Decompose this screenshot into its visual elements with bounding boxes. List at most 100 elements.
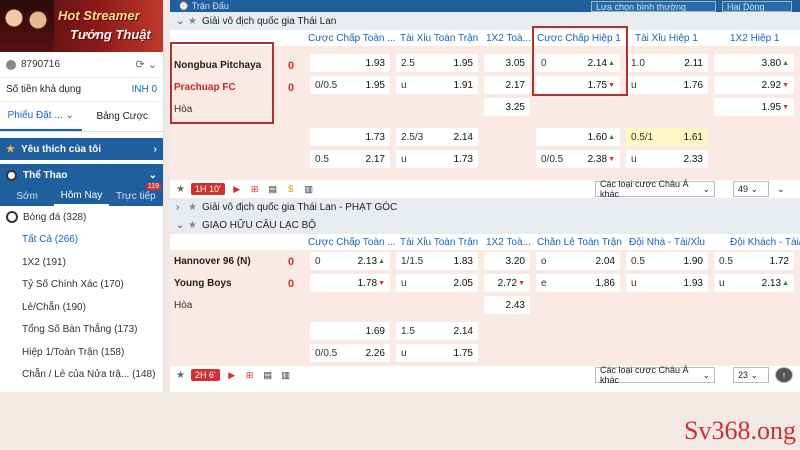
odds-cell[interactable]: 1.73 (310, 128, 390, 146)
sidebar-item-half-full[interactable]: Hiệp 1/Toàn Trận (158) (0, 341, 163, 364)
league-header[interactable]: › ★ Giải vô địch quốc gia Thái Lan - PHẠ… (170, 198, 800, 216)
league-header[interactable]: ⌄ ★ GIAO HỮU CÂU LẠC BỘ (170, 216, 800, 234)
odds-cell[interactable]: 3.05 (484, 54, 530, 72)
league-header[interactable]: ⌄ ★ Giải vô địch quốc gia Thái Lan (170, 12, 800, 30)
sidebar-item-correct-score[interactable]: Tỷ Số Chính Xác (170) (0, 274, 163, 297)
tab-bet-slip[interactable]: Phiếu Đặt ... ⌄ (0, 102, 82, 131)
draw-label: Hòa (174, 300, 193, 311)
home-team: Hannover 96 (N) (174, 256, 251, 267)
field-icon[interactable]: ⊞ (244, 369, 256, 381)
expand-icon[interactable]: ⌄ (773, 181, 793, 197)
odds-column-headers: Cược Chấp Toàn ... Tài Xỉu Toàn Trận 1X2… (170, 30, 800, 46)
league-name: Giải vô địch quốc gia Thái Lan (201, 15, 337, 27)
odds-type-select[interactable]: Hai Dòng (722, 0, 792, 12)
sidebar-item-half-odd-even[interactable]: Chẵn / Lẻ của Nửa trậ... (148) (0, 364, 163, 387)
play-icon[interactable]: ▶ (231, 183, 243, 195)
tab-bet-list[interactable]: Bảng Cược (82, 102, 164, 131)
col-header: Chẵn Lẻ Toàn Trận (537, 236, 622, 248)
odds-cell[interactable]: u 2.13 ▲ (714, 274, 794, 292)
field-icon[interactable]: ⊞ (249, 183, 261, 195)
sports-label: Thể Thao (23, 169, 68, 181)
odds-cell[interactable]: 0.5 1.90 (626, 252, 708, 270)
favorites-header[interactable]: ★ Yêu thích của tôi › (0, 138, 163, 160)
star-icon[interactable]: ★ (176, 370, 185, 381)
more-bets-select[interactable]: Các loại cược Châu Á khác ⌄ (595, 179, 715, 199)
odds-cell[interactable]: 1.0 2.11 (626, 54, 708, 72)
odds-cell[interactable]: 1.69 (310, 322, 390, 340)
play-icon[interactable]: ▶ (226, 369, 238, 381)
more-count-select[interactable]: 23 ⌄ (733, 367, 769, 383)
odds-cell[interactable]: 0.5/1 1.61 (626, 128, 708, 146)
odds-cell[interactable]: 1.75 ▼ (536, 76, 620, 94)
more-bets-select[interactable]: Các loại cược Châu Á khác ⌄ (595, 365, 715, 385)
odds-cell[interactable]: 2.72 ▼ (484, 274, 530, 292)
odds-cell[interactable]: 0/0.5 2.26 (310, 344, 390, 362)
odds-cell[interactable]: 1.60 ▲ (536, 128, 620, 146)
odds-cell[interactable]: 0/0.5 2.38 ▼ (536, 150, 620, 168)
odds-cell[interactable]: 0 2.13 ▲ (310, 252, 390, 270)
odds-cell[interactable]: 3.20 (484, 252, 530, 270)
odds-cell[interactable]: 1/1.5 1.83 (396, 252, 478, 270)
odds-cell[interactable]: u 2.05 (396, 274, 478, 292)
stats-icon[interactable]: ▤ (267, 183, 279, 195)
star-icon[interactable]: ★ (188, 220, 197, 231)
odds-cell[interactable]: u 1.93 (626, 274, 708, 292)
odds-cell[interactable]: e 1.86 (536, 274, 620, 292)
sidebar-item-1x2[interactable]: 1X2 (191) (0, 251, 163, 274)
sidebar-item-total-goals[interactable]: Tổng Số Bàn Thắng (173) (0, 319, 163, 342)
chart-icon[interactable]: ▥ (280, 369, 292, 381)
refresh-icon[interactable]: ⟳ ⌄ (136, 58, 158, 71)
odds-cell[interactable]: u 1.76 (626, 76, 708, 94)
odds-cell[interactable]: 0.5 1.72 (714, 252, 794, 270)
star-icon[interactable]: ★ (188, 16, 197, 27)
scroll-top-icon[interactable]: ↑ (775, 367, 793, 383)
odds-cell[interactable]: 1.95 ▼ (714, 98, 794, 116)
sidebar-item-odd-even[interactable]: Lẻ/Chẵn (190) (0, 296, 163, 319)
odds-cell[interactable]: o 2.04 (536, 252, 620, 270)
draw-label: Hòa (174, 104, 193, 115)
sidebar-item-all[interactable]: Tất Cả (266) (0, 229, 163, 252)
sports-header[interactable]: Thể Thao ⌄ (0, 164, 163, 186)
odds-panel: ⌚ Trận Đấu Lựa chọn bình thường Hai Dòng… (170, 0, 800, 392)
odds-cell[interactable]: 3.25 (484, 98, 530, 116)
odds-cell[interactable]: 2.43 (484, 296, 530, 314)
odds-cell[interactable]: 1.5 2.14 (396, 322, 478, 340)
odds-cell[interactable]: u 1.75 (396, 344, 478, 362)
account-row: 8790716 ⟳ ⌄ (0, 52, 163, 78)
coin-icon[interactable]: $ (285, 183, 297, 195)
banner-subtitle: Tướng Thuật (70, 27, 151, 42)
odds-cell[interactable]: 0 2.14 ▲ (536, 54, 620, 72)
odds-cell[interactable]: 3.80 ▲ (714, 54, 794, 72)
star-icon[interactable]: ★ (188, 202, 197, 213)
col-header: Tài Xỉu Toàn Trận (400, 236, 479, 248)
more-count-select[interactable]: 49 ⌄ (733, 181, 769, 197)
tab-live[interactable]: Trực tiếp 119 (109, 183, 163, 206)
tab-early[interactable]: Sớm (0, 186, 54, 206)
chart-icon[interactable]: ▥ (303, 183, 315, 195)
sort-select[interactable]: Lựa chọn bình thường (591, 0, 716, 12)
odds-cell[interactable]: u 2.33 (626, 150, 708, 168)
odds-cell[interactable]: 2.5 1.95 (396, 54, 478, 72)
stats-icon[interactable]: ▤ (262, 369, 274, 381)
star-icon[interactable]: ★ (176, 184, 185, 195)
sidebar-item-football[interactable]: Bóng đá (328) (0, 206, 163, 229)
odds-cell[interactable]: 1.93 (310, 54, 390, 72)
odds-cell[interactable]: 1.78 ▼ (310, 274, 390, 292)
col-header: Cược Chấp Hiệp 1 (537, 32, 621, 44)
odds-cell[interactable]: u 1.91 (396, 76, 478, 94)
home-score: 0 (288, 60, 295, 72)
chevron-down-icon: ⌄ (176, 15, 185, 27)
chevron-down-icon: ⌄ (65, 110, 74, 121)
live-time-badge: 1H 10' (190, 183, 225, 195)
odds-cell[interactable]: 2.17 (484, 76, 530, 94)
odds-cell[interactable]: 0/0.5 1.95 (310, 76, 390, 94)
odds-cell[interactable]: 0.5 2.17 (310, 150, 390, 168)
user-icon (6, 59, 16, 70)
odds-cell[interactable]: 2.5/3 2.14 (396, 128, 478, 146)
odds-cell[interactable]: 2.92 ▼ (714, 76, 794, 94)
tab-today[interactable]: Hôm Nay (54, 186, 109, 206)
col-header: Tài Xỉu Hiệp 1 (635, 32, 698, 44)
match-odds-grid: Hannover 96 (N) 0 Young Boys 0 Hòa 0 2.13… (170, 250, 800, 366)
odds-cell[interactable]: u 1.73 (396, 150, 478, 168)
hot-streamer-banner[interactable]: Hot Streamer Tướng Thuật (0, 0, 163, 52)
